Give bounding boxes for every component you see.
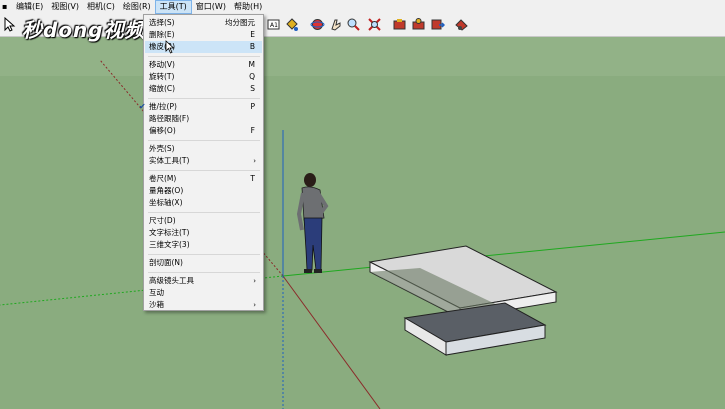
app-menu-icon[interactable]: ▪ (0, 0, 12, 14)
menu-item-section-plane[interactable]: 剖切面(N) (145, 257, 262, 269)
mouse-cursor-icon (165, 40, 175, 54)
menu-separator (148, 98, 260, 99)
svg-text:A1: A1 (270, 22, 278, 29)
menu-separator (148, 140, 260, 141)
submenu-arrow-icon: › (253, 157, 256, 165)
select-arrow-icon[interactable] (1, 16, 18, 33)
menu-separator (148, 272, 260, 273)
extension-icon[interactable] (453, 16, 470, 33)
menu-item-solid-tools[interactable]: 实体工具(T) › (145, 155, 262, 167)
pan-icon[interactable] (327, 16, 344, 33)
ground-area (0, 36, 725, 409)
text-tool-icon[interactable]: A1 (265, 16, 282, 33)
menu-item-follow-me[interactable]: 路径跟随(F) (145, 113, 262, 125)
menu-item-sandbox[interactable]: 沙箱 › (145, 299, 262, 311)
menu-help[interactable]: 帮助(H) (230, 0, 266, 14)
menu-item-offset[interactable]: 偏移(O) F (145, 125, 262, 137)
menu-item-advanced-camera[interactable]: 高级镜头工具 › (145, 275, 262, 287)
menu-item-outer-shell[interactable]: 外壳(S) (145, 143, 262, 155)
zoom-extents-icon[interactable] (366, 16, 383, 33)
menu-item-text[interactable]: 文字标注(T) (145, 227, 262, 239)
menu-edit[interactable]: 编辑(E) (12, 0, 47, 14)
menu-item-3d-text[interactable]: 三维文字(3) (145, 239, 262, 251)
menu-item-dimensions[interactable]: 尺寸(D) (145, 215, 262, 227)
check-icon: ✔ (139, 102, 146, 111)
menu-separator (148, 56, 260, 57)
menu-separator (148, 212, 260, 213)
menu-item-scale[interactable]: 缩放(C) S (145, 83, 262, 95)
submenu-arrow-icon: › (253, 301, 256, 309)
menu-item-axes[interactable]: 坐标轴(X) (145, 197, 262, 209)
menu-camera[interactable]: 相机(C) (83, 0, 119, 14)
warehouse-icon[interactable] (391, 16, 408, 33)
menu-item-tape-measure[interactable]: 卷尺(M) T (145, 173, 262, 185)
submenu-arrow-icon: › (253, 277, 256, 285)
paint-bucket-icon[interactable] (283, 16, 300, 33)
menu-view[interactable]: 视图(V) (47, 0, 83, 14)
menu-item-eraser[interactable]: 橡皮(B) B (145, 41, 262, 53)
menu-item-push-pull[interactable]: ✔ 推/拉(P) P (139, 101, 262, 113)
menu-item-interact[interactable]: 互动 (145, 287, 262, 299)
menu-item-select[interactable]: 选择(S) 均分图元 (145, 17, 262, 29)
share-model-icon[interactable] (429, 16, 446, 33)
component-icon[interactable] (410, 16, 427, 33)
menu-draw[interactable]: 绘图(R) (119, 0, 155, 14)
menu-separator (148, 254, 260, 255)
menu-item-move[interactable]: 移动(V) M (145, 59, 262, 71)
menu-item-delete[interactable]: 删除(E) E (145, 29, 262, 41)
menu-separator (148, 170, 260, 171)
watermark-logo: 秒dong视频 (22, 18, 146, 42)
menu-item-protractor[interactable]: 量角器(O) (145, 185, 262, 197)
tools-menu-dropdown: 选择(S) 均分图元 删除(E) E 橡皮(B) B 移动(V) M 旋转(T) Q 缩放… (139, 14, 264, 311)
menu-bar: ▪ 编辑(E) 视图(V) 相机(C) 绘图(R) 工具(T) 窗口(W) 帮助… (0, 0, 725, 15)
drawing-viewport[interactable] (0, 0, 725, 409)
orbit-icon[interactable] (309, 16, 326, 33)
menu-window[interactable]: 窗口(W) (192, 0, 230, 14)
menu-tools[interactable]: 工具(T) (154, 0, 192, 14)
menu-item-rotate[interactable]: 旋转(T) Q (145, 71, 262, 83)
zoom-icon[interactable] (345, 16, 362, 33)
